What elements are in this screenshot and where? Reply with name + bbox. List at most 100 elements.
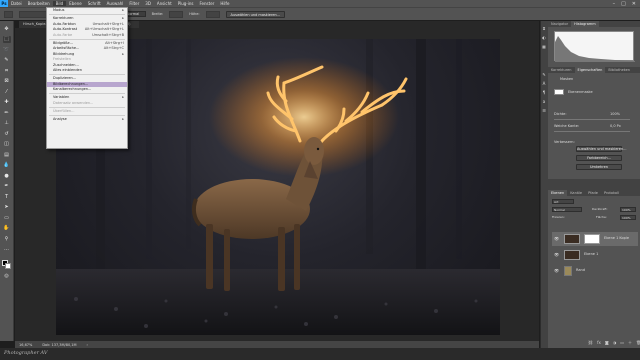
menu-datei[interactable]: Datei bbox=[8, 1, 25, 6]
layer-mask-thumbnail[interactable] bbox=[584, 234, 600, 244]
gradient-tool-icon[interactable]: ▤ bbox=[3, 151, 11, 158]
blend-mode-select[interactable]: Normal bbox=[552, 207, 582, 212]
tab-adjustments[interactable]: Korrekturen bbox=[548, 67, 575, 73]
zoom-tool-icon[interactable]: ⚲ bbox=[3, 235, 11, 242]
layer-row[interactable]: 👁 Rand bbox=[552, 264, 638, 278]
menu-auswahl[interactable]: Auswahl bbox=[104, 1, 127, 6]
opacity-input[interactable]: 100% bbox=[620, 207, 636, 212]
path-select-icon[interactable]: ➤ bbox=[3, 204, 11, 211]
menu-filter[interactable]: Filter bbox=[126, 1, 142, 6]
quick-select-tool-icon[interactable]: ✎ bbox=[3, 57, 11, 64]
menu-item[interactable]: Alles einblenden bbox=[47, 68, 127, 74]
density-slider[interactable] bbox=[554, 119, 630, 120]
tab-histogram[interactable]: Histogramm bbox=[571, 21, 599, 27]
hand-tool-icon[interactable]: ✋ bbox=[3, 225, 11, 232]
layer-name[interactable]: Rand bbox=[576, 268, 585, 272]
glyphs-panel-icon[interactable]: a bbox=[542, 99, 547, 104]
healing-brush-icon[interactable]: ✚ bbox=[3, 99, 11, 106]
menu-item-label: Alles einblenden bbox=[53, 68, 82, 72]
layer-name[interactable]: Ebene 1 Kopie bbox=[604, 236, 629, 240]
add-mask-icon[interactable]: ◙ bbox=[605, 340, 609, 346]
tab-paths[interactable]: Pfade bbox=[585, 190, 601, 196]
link-layers-icon[interactable]: ⛓ bbox=[588, 340, 593, 346]
select-and-mask-button[interactable]: Auswählen und maskieren... bbox=[225, 10, 286, 18]
quick-mask-icon[interactable]: ◎ bbox=[3, 273, 11, 280]
clone-stamp-icon[interactable]: ⊥ bbox=[3, 120, 11, 127]
layer-name[interactable]: Ebene 1 bbox=[584, 252, 598, 256]
tab-history[interactable]: Protokoll bbox=[601, 190, 622, 196]
layer-row[interactable]: 👁 Ebene 1 Kopie bbox=[552, 232, 638, 246]
dodge-tool-icon[interactable]: ● bbox=[3, 172, 11, 179]
tab-properties[interactable]: Eigenschaften bbox=[574, 67, 606, 73]
more-tools-icon[interactable]: … bbox=[3, 246, 11, 253]
eyedropper-tool-icon[interactable]: ⁄ bbox=[3, 88, 11, 95]
menu-item[interactable]: Kanalberechnungen... bbox=[47, 87, 127, 93]
fill-input[interactable]: 100% bbox=[620, 215, 636, 220]
tab-layers[interactable]: Ebenen bbox=[548, 190, 568, 196]
background-color-swatch[interactable] bbox=[5, 263, 11, 269]
visibility-eye-icon[interactable]: 👁 bbox=[554, 268, 559, 273]
menu-ebene[interactable]: Ebene bbox=[66, 1, 85, 6]
menu-schrift[interactable]: Schrift bbox=[85, 1, 104, 6]
shape-tool-icon[interactable]: ▭ bbox=[3, 214, 11, 221]
adjustment-layer-icon[interactable]: ◑ bbox=[613, 340, 617, 346]
delete-layer-icon[interactable]: 🗑 bbox=[636, 340, 640, 346]
close-icon[interactable]: ✕ bbox=[632, 1, 636, 7]
color-panel-icon[interactable]: ◐ bbox=[542, 35, 547, 40]
status-arrow-icon[interactable]: › bbox=[87, 343, 88, 347]
history-brush-icon[interactable]: ↺ bbox=[3, 130, 11, 137]
crop-tool-icon[interactable]: ⌗ bbox=[3, 67, 11, 74]
menu-3d[interactable]: 3D bbox=[142, 1, 154, 6]
blur-tool-icon[interactable]: 💧 bbox=[3, 162, 11, 169]
density-value[interactable]: 100% bbox=[610, 112, 620, 116]
color-swatches[interactable] bbox=[2, 260, 11, 269]
brush-settings-icon[interactable]: ✎ bbox=[542, 72, 547, 77]
menu-hilfe[interactable]: Hilfe bbox=[217, 1, 232, 6]
layer-filter-select[interactable]: Art bbox=[552, 199, 574, 204]
menu-plugins[interactable]: Plug-ins bbox=[175, 1, 197, 6]
feather-value[interactable]: 0,0 Px bbox=[610, 124, 621, 128]
brush-tool-icon[interactable]: ✏ bbox=[3, 109, 11, 116]
minimize-icon[interactable]: – bbox=[613, 1, 616, 7]
menu-ansicht[interactable]: Ansicht bbox=[154, 1, 175, 6]
lasso-tool-icon[interactable]: ➰ bbox=[3, 46, 11, 53]
character-panel-icon[interactable]: A bbox=[542, 81, 547, 86]
pen-tool-icon[interactable]: ✒ bbox=[3, 183, 11, 190]
menu-bearbeiten[interactable]: Bearbeiten bbox=[25, 1, 53, 6]
history-panel-icon[interactable]: ⧗ bbox=[542, 26, 547, 31]
tab-libraries[interactable]: Bibliotheken bbox=[605, 67, 633, 73]
visibility-eye-icon[interactable]: 👁 bbox=[554, 236, 559, 241]
select-and-mask-panel-button[interactable]: Auswählen und maskieren... bbox=[576, 146, 627, 152]
maximize-icon[interactable]: □ bbox=[621, 1, 626, 7]
tool-preset-picker[interactable] bbox=[4, 10, 13, 18]
swatches-panel-icon[interactable]: ▦ bbox=[542, 44, 547, 49]
tab-navigator[interactable]: Navigator bbox=[548, 21, 571, 27]
menu-fenster[interactable]: Fenster bbox=[196, 1, 217, 6]
width-input[interactable] bbox=[169, 10, 184, 18]
eraser-tool-icon[interactable]: ◫ bbox=[3, 141, 11, 148]
type-tool-icon[interactable]: T bbox=[3, 193, 11, 200]
tab-channels[interactable]: Kanäle bbox=[567, 190, 585, 196]
menu-item[interactable]: Analyse ▸ bbox=[47, 117, 127, 123]
zoom-level[interactable]: 16,67% bbox=[19, 343, 32, 347]
menu-bild[interactable]: Bild bbox=[52, 1, 67, 6]
frame-tool-icon[interactable]: ⊠ bbox=[3, 78, 11, 85]
menu-item-label: Auto-Farbe bbox=[53, 32, 73, 37]
new-layer-icon[interactable]: ＋ bbox=[628, 340, 632, 346]
paragraph-panel-icon[interactable]: ¶ bbox=[542, 90, 547, 95]
libraries-panel-icon[interactable]: ☰ bbox=[542, 108, 547, 113]
color-range-button[interactable]: Farbbereich... bbox=[576, 155, 622, 161]
marquee-tool-icon[interactable]: ⬚ bbox=[2, 35, 11, 43]
layer-row[interactable]: 👁 Ebene 1 bbox=[552, 248, 638, 262]
move-tool-icon[interactable]: ✥ bbox=[3, 25, 11, 32]
selection-mode-icons[interactable] bbox=[19, 10, 47, 18]
feather-slider[interactable] bbox=[554, 131, 630, 132]
invert-button[interactable]: Umkehren bbox=[576, 164, 622, 170]
photographer-watermark: Photographer AV bbox=[4, 350, 48, 356]
layer-style-icon[interactable]: fx bbox=[597, 340, 601, 346]
menu-item[interactable]: Modus ▸ bbox=[47, 8, 127, 14]
height-input[interactable] bbox=[205, 10, 220, 18]
menu-item-shortcut: Umschalt+Strg+B bbox=[92, 32, 124, 37]
new-group-icon[interactable]: ▭ bbox=[620, 340, 624, 346]
visibility-eye-icon[interactable]: 👁 bbox=[554, 252, 559, 257]
